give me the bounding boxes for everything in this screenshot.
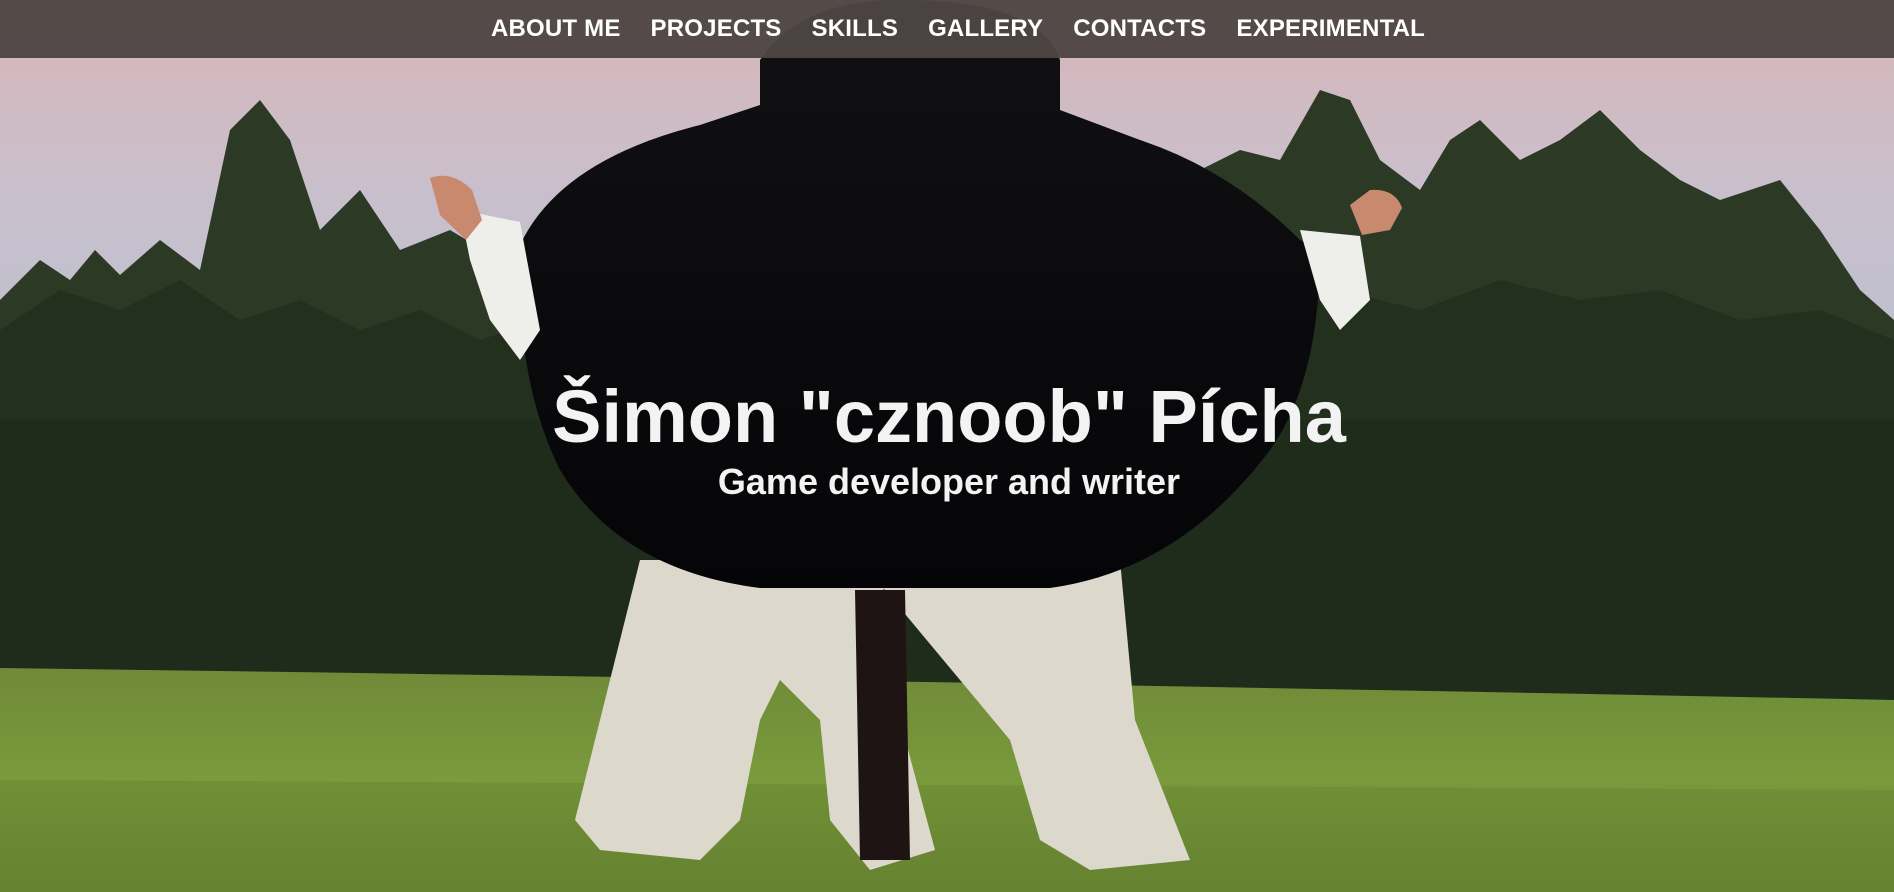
hero-heading-block: Šimon "cznoob" Pícha Game developer and … <box>0 375 1894 503</box>
nav-menu: ABOUT ME PROJECTS SKILLS GALLERY CONTACT… <box>491 15 1425 43</box>
nav-item-contacts[interactable]: CONTACTS <box>1073 15 1206 43</box>
nav-item-experimental[interactable]: EXPERIMENTAL <box>1236 15 1425 43</box>
nav-item-skills[interactable]: SKILLS <box>812 15 899 43</box>
hero-subtitle: Game developer and writer <box>717 461 1181 503</box>
nav-item-gallery[interactable]: GALLERY <box>928 15 1043 43</box>
nav-item-projects[interactable]: PROJECTS <box>651 15 782 43</box>
hero-title: Šimon "cznoob" Pícha <box>552 375 1346 458</box>
hero-section: ABOUT ME PROJECTS SKILLS GALLERY CONTACT… <box>0 0 1894 892</box>
nav-item-about-me[interactable]: ABOUT ME <box>491 15 621 43</box>
top-navigation-bar: ABOUT ME PROJECTS SKILLS GALLERY CONTACT… <box>0 0 1894 58</box>
